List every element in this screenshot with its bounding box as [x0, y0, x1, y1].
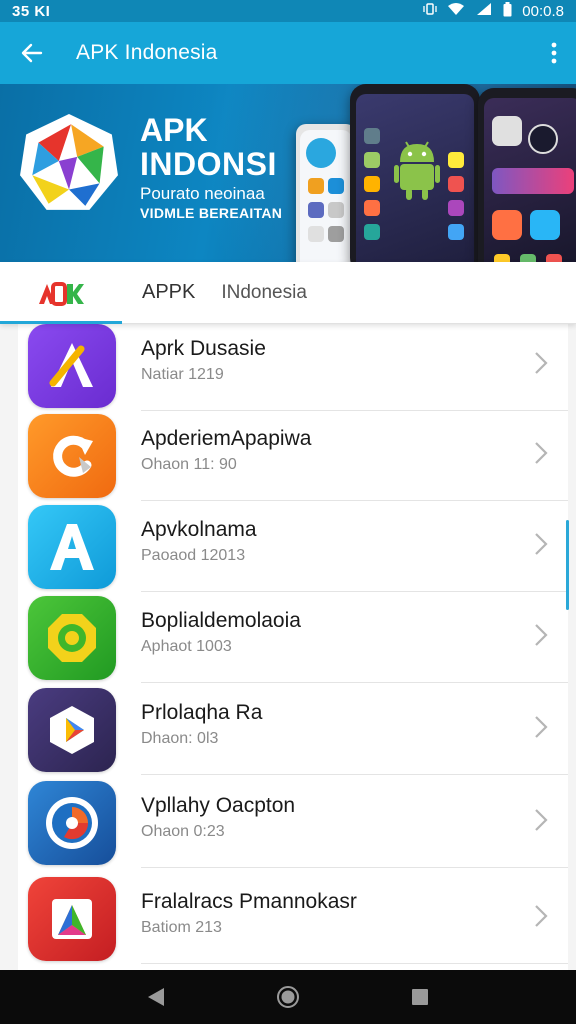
app-title: Prlolaqha Ra [141, 701, 263, 724]
signal-icon [475, 2, 493, 20]
status-icons: 00:0.8 [423, 1, 564, 21]
app-bar: APK Indonesia [0, 22, 576, 84]
list-item[interactable]: Apvkolnama Paoaod 12013 [18, 502, 568, 592]
banner-title-line2: INDONSI [140, 146, 277, 182]
chevron-right-icon [535, 624, 548, 646]
tab-label-indonesia[interactable]: INdonesia [221, 282, 307, 304]
swirl-circle-icon [28, 781, 116, 865]
list-item[interactable]: Aprk Dusasie Natiar 1219 [18, 324, 568, 411]
chevron-right-icon [535, 716, 548, 738]
refresh-c-icon [28, 414, 116, 498]
app-title: Aprk Dusasie [141, 337, 266, 360]
promo-banner[interactable]: APK INDONSI Pourato neoinaa VIDMLE BEREA… [0, 84, 576, 264]
nav-home-button[interactable] [268, 977, 308, 1017]
chevron-right-icon [535, 905, 548, 927]
banner-subtitle-line1: Pourato neoinaa [140, 184, 265, 203]
back-triangle-icon [148, 988, 164, 1006]
home-circle-icon [277, 986, 299, 1008]
overflow-menu-button[interactable] [532, 22, 576, 84]
divider [141, 682, 568, 683]
app-subtitle: Paoaod 12013 [141, 547, 246, 564]
chevron-right-icon [535, 809, 548, 831]
apk-indonesia-logo [20, 114, 118, 210]
app-subtitle: Ohaon 11: 90 [141, 456, 237, 473]
arrow-left-icon [21, 43, 43, 63]
play-triangle-icon [28, 688, 116, 772]
divider [141, 867, 568, 868]
app-subtitle: Aphaot 1003 [141, 638, 232, 655]
banner-subtitle-line2: VIDMLE BEREAITAN [140, 205, 283, 221]
app-title: Boplialdemolaoia [141, 609, 301, 632]
phone-mockup-right [478, 88, 576, 264]
status-bar: 35 KI 00:0.8 [0, 0, 576, 22]
app-title: Apvkolnama [141, 518, 257, 541]
tab-strip: APPK INdonesia [0, 262, 576, 324]
wifi-icon [447, 2, 465, 20]
colorful-triangle-icon [28, 877, 116, 961]
app-title: Vpllahy Oacpton [141, 794, 296, 817]
app-subtitle: Batiom 213 [141, 919, 222, 936]
app-title: Fralalracs Pmannokasr [141, 890, 357, 913]
divider [141, 774, 568, 775]
recents-square-icon [412, 989, 428, 1005]
phone-mockup-small [296, 124, 356, 264]
phone-mockup-android [350, 84, 480, 264]
list-item[interactable]: Prlolaqha Ra Dhaon: 0l3 [18, 685, 568, 775]
app-subtitle: Natiar 1219 [141, 366, 224, 383]
list-item[interactable]: Fralalracs Pmannokasr Batiom 213 [18, 874, 568, 964]
chevron-right-icon [535, 442, 548, 464]
tab-home[interactable] [0, 262, 122, 324]
banner-title-line1: APK [140, 112, 208, 148]
battery-icon [503, 1, 512, 21]
app-title: ApderiemApapiwa [141, 427, 312, 450]
chevron-right-icon [535, 533, 548, 555]
app-list: Aprk Dusasie Natiar 1219 ApderiemApapiwa… [18, 324, 568, 970]
android-robot-icon [394, 141, 440, 200]
status-time: 00:0.8 [522, 2, 564, 20]
scrollbar[interactable] [566, 520, 569, 610]
gear-ring-icon [28, 596, 116, 680]
page-title: APK Indonesia [76, 41, 218, 64]
system-nav-bar [0, 970, 576, 1024]
letter-a-icon [28, 324, 116, 408]
nav-recents-button[interactable] [400, 977, 440, 1017]
apk-logo-icon [39, 281, 84, 306]
more-vertical-icon [551, 42, 557, 64]
screen: 35 KI 00:0.8 APK Indonesia APK INDONSI P… [0, 0, 576, 1024]
list-item[interactable]: Boplialdemolaoia Aphaot 1003 [18, 593, 568, 683]
divider [141, 500, 568, 501]
divider [141, 591, 568, 592]
vibrate-icon [423, 2, 437, 20]
tab-label-appk[interactable]: APPK [142, 281, 195, 304]
status-left-text: 35 KI [12, 2, 51, 20]
back-button[interactable] [0, 22, 64, 84]
chevron-right-icon [535, 352, 548, 374]
app-subtitle: Ohaon 0:23 [141, 823, 225, 840]
list-item[interactable]: Vpllahy Oacpton Ohaon 0:23 [18, 778, 568, 868]
list-item[interactable]: ApderiemApapiwa Ohaon 11: 90 [18, 411, 568, 501]
nav-back-button[interactable] [136, 977, 176, 1017]
app-subtitle: Dhaon: 0l3 [141, 730, 219, 747]
divider [141, 963, 568, 964]
letter-a-icon [28, 505, 116, 589]
